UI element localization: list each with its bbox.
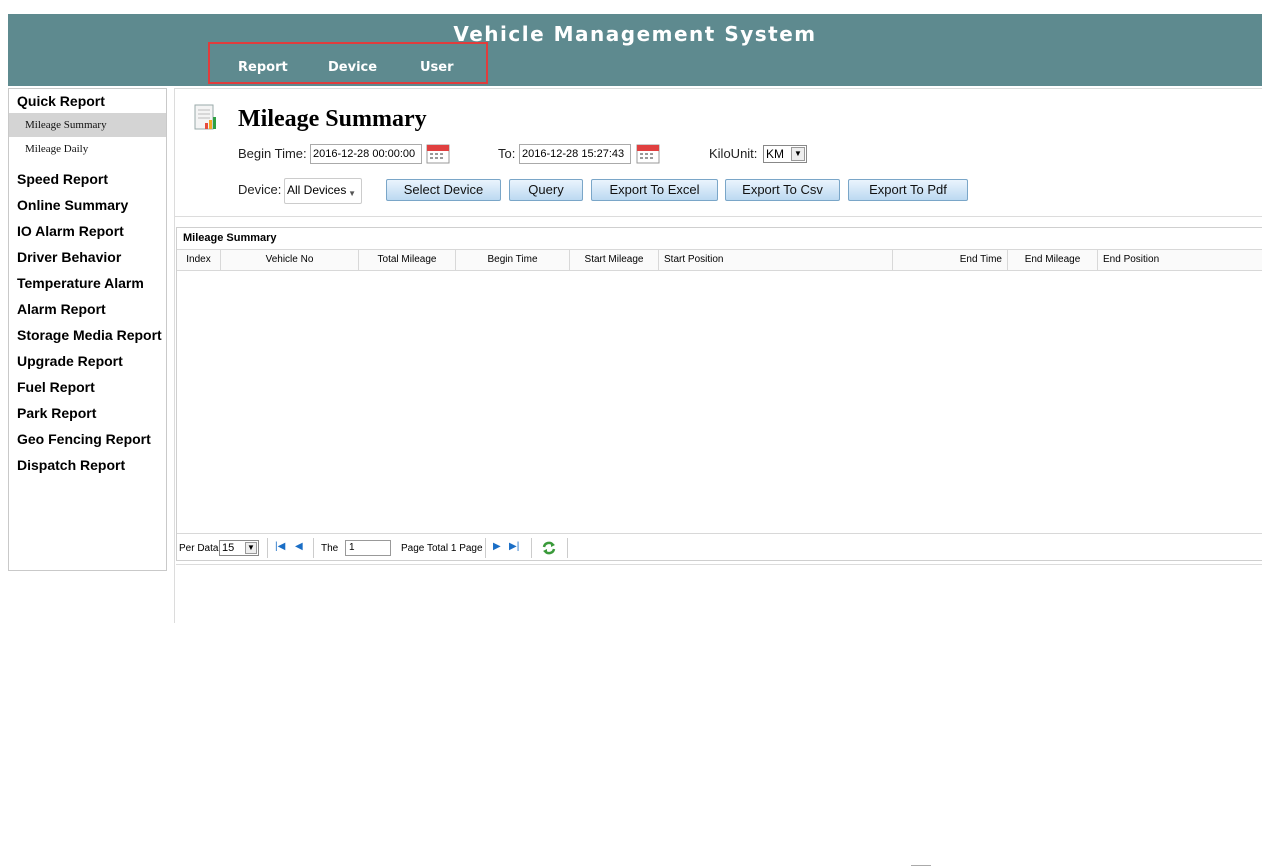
nav-device[interactable]: Device [328,60,377,75]
divider [175,216,1262,217]
col-total-mileage[interactable]: Total Mileage [359,250,456,270]
chevron-down-icon: ▼ [245,542,257,554]
col-index[interactable]: Index [177,250,221,270]
begin-calendar-icon[interactable] [426,144,450,164]
end-calendar-icon[interactable] [636,144,660,164]
divider [567,538,568,558]
page-the-label: The [321,543,339,554]
page-total-label: Page Total 1 Page [401,543,483,554]
sidebar-item-driver-behavior[interactable]: Driver Behavior [9,249,166,265]
sidebar-item-dispatch-report[interactable]: Dispatch Report [9,457,166,473]
refresh-icon[interactable] [541,540,557,556]
sidebar-item-mileage-daily[interactable]: Mileage Daily [9,137,166,161]
per-data-select[interactable]: 15 ▼ [219,540,259,556]
first-page-icon[interactable]: |◀ [275,541,285,552]
nav-report[interactable]: Report [238,60,288,75]
top-nav: Report Device User [208,42,488,84]
col-begin-time[interactable]: Begin Time [456,250,570,270]
prev-page-icon[interactable]: ◀ [295,541,303,552]
page-title: Mileage Summary [238,106,427,132]
app-title: Vehicle Management System [453,22,817,46]
divider [485,538,486,558]
main-top-border [175,88,1262,89]
col-vehicle-no[interactable]: Vehicle No [221,250,359,270]
export-pdf-button[interactable]: Export To Pdf [848,179,968,201]
to-time-label: To: [498,146,516,161]
sidebar-item-upgrade-report[interactable]: Upgrade Report [9,353,166,369]
end-time-input[interactable]: 2016-12-28 15:27:43 [519,144,631,164]
sidebar-item-temperature-alarm[interactable]: Temperature Alarm [9,275,166,291]
device-select[interactable]: All Devices ▼ [284,178,362,204]
device-select-value: All Devices [287,183,347,197]
pager: Per Data 15 ▼ |◀ ◀ The 1 Page Total 1 Pa… [177,533,1262,866]
divider [176,564,1262,565]
next-page-icon[interactable]: ▶ [493,541,501,552]
kilo-unit-select[interactable]: KM ▼ [763,145,807,163]
sidebar-item-storage-media-report[interactable]: Storage Media Report [9,327,166,343]
sidebar-item-alarm-report[interactable]: Alarm Report [9,301,166,317]
mileage-summary-grid: Mileage Summary Index Vehicle No Total M… [176,227,1262,866]
report-icon [194,104,216,130]
chevron-down-icon: ▼ [348,189,356,198]
col-start-position[interactable]: Start Position [659,250,893,270]
sidebar-item-fuel-report[interactable]: Fuel Report [9,379,166,395]
app-header: Vehicle Management System Report Device … [8,14,1262,86]
per-data-label: Per Data [179,543,219,554]
export-excel-button[interactable]: Export To Excel [591,179,718,201]
query-button[interactable]: Query [509,179,583,201]
grid-caption: Mileage Summary [183,232,277,244]
chevron-down-icon: ▼ [791,147,805,161]
col-end-time[interactable]: End Time [893,250,1008,270]
sidebar-item-geo-fencing-report[interactable]: Geo Fencing Report [9,431,166,447]
page-number-input[interactable]: 1 [345,540,391,556]
device-label: Device: [238,182,282,197]
export-csv-button[interactable]: Export To Csv [725,179,840,201]
kilo-unit-value: KM [766,147,784,161]
grid-header-row: Index Vehicle No Total Mileage Begin Tim… [177,249,1262,271]
per-data-value: 15 [222,542,235,554]
begin-time-label: Begin Time: [238,146,307,161]
main-left-border [174,88,175,623]
nav-user[interactable]: User [420,60,454,75]
sidebar: Quick Report Mileage Summary Mileage Dai… [8,88,167,571]
sidebar-item-mileage-summary[interactable]: Mileage Summary [9,113,166,137]
last-page-icon[interactable]: ▶| [509,541,519,552]
col-end-mileage[interactable]: End Mileage [1008,250,1098,270]
col-end-position[interactable]: End Position [1098,250,1262,270]
sidebar-item-park-report[interactable]: Park Report [9,405,166,421]
kilo-unit-label: KiloUnit: [709,146,758,161]
col-start-mileage[interactable]: Start Mileage [570,250,659,270]
divider [267,538,268,558]
divider [313,538,314,558]
begin-time-input[interactable]: 2016-12-28 00:00:00 [310,144,422,164]
divider [531,538,532,558]
sidebar-item-speed-report[interactable]: Speed Report [9,171,166,187]
sidebar-item-quick-report[interactable]: Quick Report [9,93,166,109]
sidebar-item-online-summary[interactable]: Online Summary [9,197,166,213]
select-device-button[interactable]: Select Device [386,179,501,201]
sidebar-item-io-alarm-report[interactable]: IO Alarm Report [9,223,166,239]
